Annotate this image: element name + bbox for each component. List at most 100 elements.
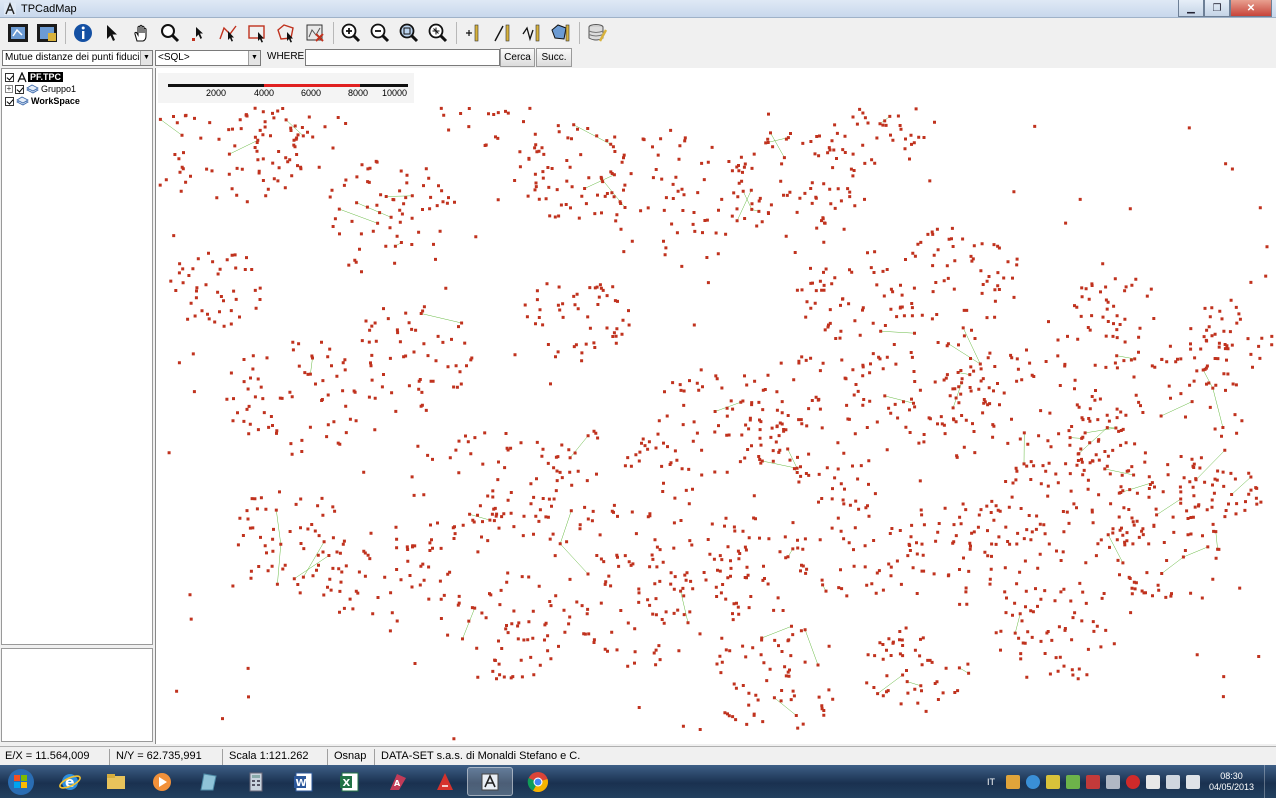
monitor-icon[interactable] <box>1165 774 1180 789</box>
tree-item-group[interactable]: + Gruppo1 <box>5 83 76 95</box>
antivirus-icon[interactable] <box>1005 774 1020 789</box>
dropbox-icon[interactable] <box>1085 774 1100 789</box>
osnap-toggle[interactable]: Osnap <box>329 749 375 765</box>
svg-text:X: X <box>343 778 351 789</box>
rectangle-select-icon <box>247 25 265 43</box>
group-checkbox[interactable] <box>15 84 24 94</box>
speaker-small-icon[interactable] <box>1105 774 1120 789</box>
app-logo-icon <box>4 1 16 15</box>
status-northing: N/Y = 62.735,991 <box>111 749 223 765</box>
root-checkbox[interactable] <box>5 72 14 82</box>
taskbar-access[interactable]: A <box>375 767 421 796</box>
zoom-in-icon <box>341 23 360 43</box>
add-point-button[interactable] <box>460 20 487 46</box>
tree-item-group-label: Gruppo1 <box>41 84 77 94</box>
app-badge-icon[interactable] <box>1125 774 1140 789</box>
internet-explorer-icon: e <box>59 773 81 791</box>
save-map-icon <box>36 24 57 42</box>
taskbar-chrome[interactable] <box>515 767 561 796</box>
application-window: TPCadMap ▁ ❐ ✕ Mutue distanze dei punti … <box>0 0 1276 765</box>
taskbar-excel[interactable]: X <box>327 767 373 796</box>
info-button[interactable] <box>69 20 96 46</box>
draw-polyline-button[interactable] <box>518 20 545 46</box>
where-label: WHERE <box>267 51 305 62</box>
where-input[interactable] <box>305 49 500 66</box>
toolbar-separator <box>333 22 334 44</box>
taskbar-word[interactable]: W <box>281 767 327 796</box>
next-button[interactable]: Succ. <box>536 48 572 67</box>
map-network-drawing <box>158 106 1274 741</box>
window-title: TPCadMap <box>21 2 77 15</box>
access-icon: A <box>390 773 406 790</box>
zoom-out-button[interactable] <box>366 20 393 46</box>
rectangle-select-button[interactable] <box>243 20 270 46</box>
open-map-icon <box>7 24 28 42</box>
layer-select[interactable]: Mutue distanze dei punti fiduciali ▼ <box>2 50 153 66</box>
security-shield-icon[interactable] <box>1045 774 1060 789</box>
tree-item-root-label: PF.TPC <box>28 72 64 82</box>
status-company: DATA-SET s.a.s. di Monaldi Stefano e C. <box>381 750 581 762</box>
system-clock[interactable]: 08:30 04/05/2013 <box>1209 771 1254 793</box>
polyline-select-button[interactable] <box>214 20 241 46</box>
zoom-window-button[interactable] <box>395 20 422 46</box>
volume-icon[interactable] <box>1185 774 1200 789</box>
draw-line-icon <box>493 24 509 42</box>
layer-tree-panel: PF.TPC + Gruppo1 WorkSpace <box>1 68 153 645</box>
tree-item-workspace-label: WorkSpace <box>31 96 80 106</box>
point-select-icon <box>191 27 203 41</box>
chevron-down-icon: ▼ <box>140 51 152 65</box>
taskbar-autocad[interactable] <box>422 767 468 796</box>
start-button[interactable] <box>0 767 42 796</box>
pan-hand-icon <box>133 24 147 42</box>
maximize-button[interactable]: ❐ <box>1204 0 1230 17</box>
window-controls: ▁ ❐ ✕ <box>1178 0 1272 18</box>
draw-line-button[interactable] <box>489 20 516 46</box>
sql-select[interactable]: <SQL> ▼ <box>155 50 261 66</box>
tree-item-workspace[interactable]: WorkSpace <box>5 95 80 107</box>
action-center-flag-icon[interactable] <box>1145 774 1160 789</box>
zoom-all-button[interactable] <box>424 20 451 46</box>
save-map-button[interactable] <box>33 20 60 46</box>
expand-icon[interactable]: + <box>5 85 13 93</box>
taskbar-file-explorer[interactable] <box>93 767 139 796</box>
svg-text:W: W <box>296 778 307 789</box>
scale-bar-graphic <box>168 84 408 87</box>
update-icon[interactable] <box>1065 774 1080 789</box>
tree-item-root[interactable]: PF.TPC <box>5 71 64 83</box>
select-button[interactable] <box>98 20 125 46</box>
point-select-button[interactable] <box>185 20 212 46</box>
show-desktop-button[interactable] <box>1264 765 1276 798</box>
query-bar: Mutue distanze dei punti fiduciali ▼ <SQ… <box>0 48 1276 68</box>
taskbar-tpcadmap[interactable] <box>467 767 513 796</box>
zoom-lens-button[interactable] <box>156 20 183 46</box>
taskbar-internet-explorer[interactable]: e <box>47 767 93 796</box>
taskbar-calculator[interactable] <box>233 767 279 796</box>
search-button[interactable]: Cerca <box>500 48 535 67</box>
taskbar-notes[interactable] <box>185 767 231 796</box>
pan-button[interactable] <box>127 20 154 46</box>
status-bar: E/X = 11.564,009 N/Y = 62.735,991 Scala … <box>0 746 1276 765</box>
draw-polygon-button[interactable] <box>547 20 574 46</box>
status-scale: Scala 1:121.262 <box>224 749 328 765</box>
clock-time: 08:30 <box>1220 770 1243 781</box>
minimize-button[interactable]: ▁ <box>1178 0 1204 17</box>
taskbar-media-player[interactable] <box>139 767 185 796</box>
network-globe-icon[interactable] <box>1025 774 1040 789</box>
zoom-all-icon <box>428 23 447 43</box>
workspace-checkbox[interactable] <box>5 96 14 106</box>
add-point-icon <box>465 24 478 42</box>
tpcadmap-icon <box>481 773 499 790</box>
zoom-in-button[interactable] <box>337 20 364 46</box>
database-button[interactable] <box>583 20 610 46</box>
layers-icon <box>26 84 39 94</box>
close-button[interactable]: ✕ <box>1230 0 1272 17</box>
polygon-select-button[interactable] <box>272 20 299 46</box>
draw-polygon-icon <box>550 24 569 42</box>
open-map-button[interactable] <box>4 20 31 46</box>
map-canvas[interactable]: 2000 4000 6000 8000 10000 <box>155 68 1276 744</box>
scale-tick-label: 8000 <box>348 88 369 98</box>
language-indicator[interactable]: IT <box>987 777 995 787</box>
scale-tick-label: 6000 <box>301 88 322 98</box>
clear-selection-button[interactable] <box>301 20 328 46</box>
clear-selection-icon <box>306 24 324 42</box>
